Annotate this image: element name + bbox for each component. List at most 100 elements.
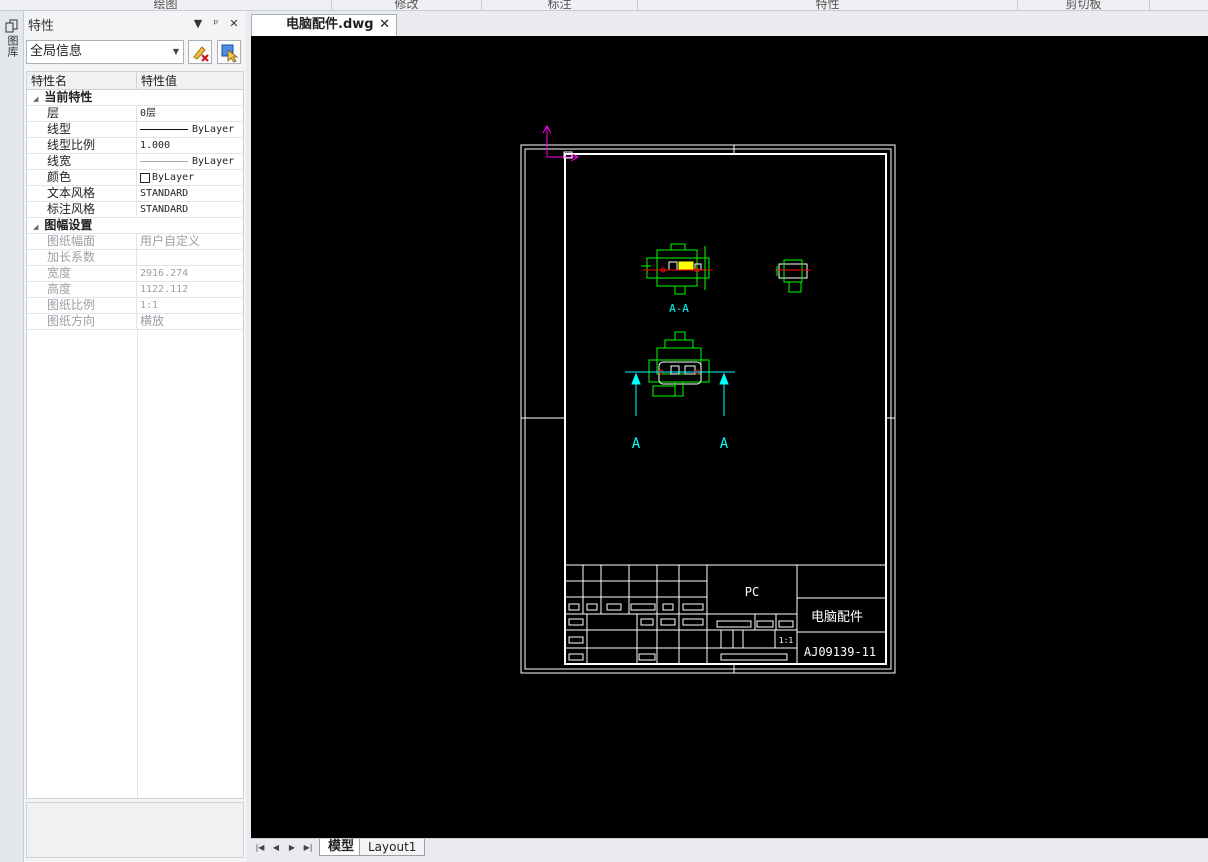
table-row[interactable]: 线宽 ByLayer xyxy=(27,154,243,170)
close-icon[interactable]: ✕ xyxy=(226,16,242,32)
table-row[interactable]: 图纸幅面 用户自定义 xyxy=(27,234,243,250)
category-label: 图幅设置 xyxy=(44,218,93,232)
section-arrows xyxy=(631,372,729,416)
property-value-text: ByLayer xyxy=(192,124,235,135)
property-name: 宽度 xyxy=(27,266,137,281)
side-view xyxy=(775,259,811,293)
table-row[interactable]: 层 0层 xyxy=(27,106,243,122)
grid-header: 特性名 特性值 xyxy=(27,72,243,90)
property-value[interactable]: 1:1 xyxy=(137,298,243,313)
property-value[interactable]: STANDARD xyxy=(137,186,243,201)
drawing-frame xyxy=(564,153,887,665)
section-label: A-A xyxy=(669,302,689,315)
ribbon-group-clipboard[interactable]: 剪切板 xyxy=(1018,0,1150,10)
table-row[interactable]: 宽度 2916.274 xyxy=(27,266,243,282)
drawing-number-label: AJ09139-11 xyxy=(804,645,876,659)
property-value[interactable]: 横放 xyxy=(137,314,243,329)
column-header-value: 特性值 xyxy=(141,74,178,88)
property-value[interactable]: 2916.274 xyxy=(137,266,243,281)
property-grid: 特性名 特性值 ◢ 当前特性 层 0层 线型 ByLayer 线型比例 1.000… xyxy=(26,71,244,799)
collapse-icon: ◢ xyxy=(33,223,39,231)
scale-label: 1:1 xyxy=(779,636,794,645)
tab-layout1[interactable]: Layout1 xyxy=(359,839,426,856)
document-tab-bar: 电脑配件.dwg ✕ xyxy=(251,11,1208,36)
library-tab[interactable]: 图库 xyxy=(3,19,21,75)
pencil-clear-icon xyxy=(193,46,209,62)
property-value[interactable] xyxy=(137,250,243,265)
property-name: 线型 xyxy=(27,122,137,137)
chevron-down-icon: ▼ xyxy=(172,47,179,56)
property-name: 颜色 xyxy=(27,170,137,185)
property-name: 文本风格 xyxy=(27,186,137,201)
panel-header: 特性 ▼ ᵖ ✕ xyxy=(24,11,246,37)
ucs-icon xyxy=(542,124,580,162)
select-objects-button[interactable] xyxy=(217,40,241,64)
property-value[interactable]: STANDARD xyxy=(137,202,243,217)
lineweight-sample xyxy=(140,161,188,162)
panel-menu-icon[interactable]: ▼ xyxy=(190,16,206,32)
property-value[interactable]: ByLayer xyxy=(137,154,243,169)
material-label: PC xyxy=(745,585,759,599)
table-row[interactable]: 标注风格 STANDARD xyxy=(27,202,243,218)
sheet-trim-border xyxy=(524,148,892,670)
table-row[interactable]: 线型 ByLayer xyxy=(27,122,243,138)
part-name-label: 电脑配件 xyxy=(811,610,863,625)
panel-title: 特性 xyxy=(28,18,55,34)
property-name: 图纸方向 xyxy=(27,314,137,329)
quick-select-button[interactable] xyxy=(188,40,212,64)
section-arrow-label-left: A xyxy=(632,436,641,452)
table-row[interactable]: 图纸比例 1:1 xyxy=(27,298,243,314)
section-view xyxy=(641,243,713,295)
prev-layout-icon[interactable]: ◀ xyxy=(269,842,283,854)
property-value[interactable]: 1.000 xyxy=(137,138,243,153)
table-row[interactable]: 文本风格 STANDARD xyxy=(27,186,243,202)
property-value[interactable]: 1122.112 xyxy=(137,282,243,297)
table-row[interactable]: 图纸方向 横放 xyxy=(27,314,243,330)
linetype-sample xyxy=(140,129,188,130)
ribbon: 绘图 修改 标注 特性 剪切板 xyxy=(0,0,1208,11)
property-value[interactable]: 0层 xyxy=(137,106,243,121)
column-header-name: 特性名 xyxy=(27,72,137,89)
category-sheet[interactable]: ◢ 图幅设置 xyxy=(27,218,243,234)
section-arrow-label-right: A xyxy=(720,436,729,452)
library-tab-label: 图库 xyxy=(6,35,19,57)
ribbon-group-modify[interactable]: 修改 xyxy=(332,0,482,10)
property-name: 线型比例 xyxy=(27,138,137,153)
object-selector[interactable]: 全局信息 ▼ xyxy=(26,40,184,64)
description-box xyxy=(26,802,244,858)
first-layout-icon[interactable]: |◀ xyxy=(253,842,267,854)
category-label: 当前特性 xyxy=(44,90,93,104)
tab-model[interactable]: 模型 xyxy=(319,839,364,856)
property-name: 高度 xyxy=(27,282,137,297)
document-tab[interactable]: 电脑配件.dwg ✕ xyxy=(251,14,397,36)
property-name: 图纸幅面 xyxy=(27,234,137,249)
layout-tab-bar: |◀ ◀ ▶ ▶| 模型 Layout1 xyxy=(251,838,1208,856)
table-row[interactable]: 线型比例 1.000 xyxy=(27,138,243,154)
front-view xyxy=(625,331,735,397)
property-value-text: ByLayer xyxy=(192,156,235,167)
ribbon-group-dimension[interactable]: 标注 xyxy=(482,0,638,10)
properties-panel: 特性 ▼ ᵖ ✕ 全局信息 ▼ 特性名 特性值 ◢ 当前特性 层 0层 线型 B… xyxy=(24,11,246,862)
drawing-canvas[interactable]: A-A A A PC 电脑配件 AJ09139-11 1:1 xyxy=(251,36,1208,838)
table-row[interactable]: 加长系数 xyxy=(27,250,243,266)
library-icon xyxy=(5,19,18,33)
object-selector-value: 全局信息 xyxy=(30,44,83,59)
last-layout-icon[interactable]: ▶| xyxy=(301,842,315,854)
ribbon-group-draw[interactable]: 绘图 xyxy=(0,0,332,10)
table-row[interactable]: 颜色 ByLayer xyxy=(27,170,243,186)
collapse-icon: ◢ xyxy=(33,95,39,103)
document-tab-title: 电脑配件.dwg xyxy=(286,17,374,32)
close-tab-icon[interactable]: ✕ xyxy=(379,15,390,35)
next-layout-icon[interactable]: ▶ xyxy=(285,842,299,854)
selector-row: 全局信息 ▼ xyxy=(26,40,244,64)
property-name: 线宽 xyxy=(27,154,137,169)
property-value[interactable]: ByLayer xyxy=(137,170,243,185)
table-row[interactable]: 高度 1122.112 xyxy=(27,282,243,298)
pin-icon[interactable]: ᵖ xyxy=(208,16,224,32)
property-name: 图纸比例 xyxy=(27,298,137,313)
category-current[interactable]: ◢ 当前特性 xyxy=(27,90,243,106)
property-value[interactable]: 用户自定义 xyxy=(137,234,243,249)
sheet-outer-border xyxy=(520,144,896,674)
property-value[interactable]: ByLayer xyxy=(137,122,243,137)
ribbon-group-properties[interactable]: 特性 xyxy=(638,0,1018,10)
